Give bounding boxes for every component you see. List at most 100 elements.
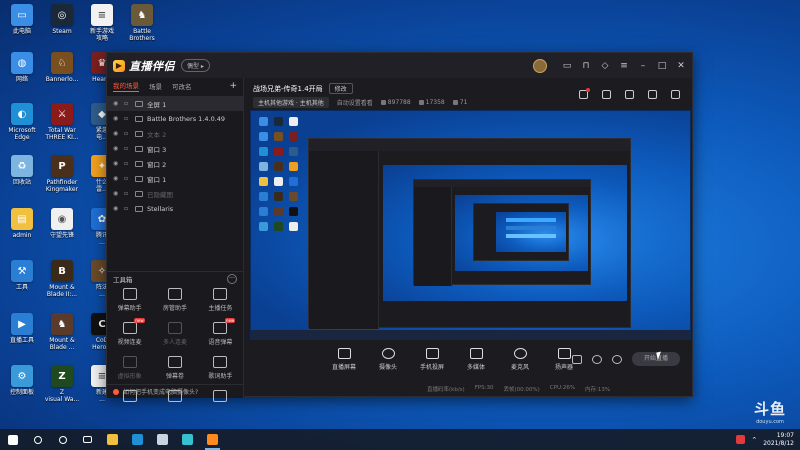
version-pill[interactable]: 偶型 ▸ xyxy=(181,59,210,72)
tab-rename[interactable]: 可改名 xyxy=(172,81,192,91)
taskbar-button[interactable] xyxy=(200,429,225,450)
toolbox-item[interactable]: 虚拟形象 xyxy=(107,356,152,380)
message-icon[interactable]: ▭ xyxy=(562,61,572,71)
source-tool-button[interactable]: 手机投屏 xyxy=(417,348,447,371)
lock-icon[interactable]: ▫ xyxy=(124,160,131,167)
visibility-icon[interactable]: ◉ xyxy=(113,145,120,152)
settings-gear-icon[interactable] xyxy=(612,354,622,364)
source-item[interactable]: ◉ ▫ 文本 2 xyxy=(107,126,243,141)
visibility-icon[interactable]: ◉ xyxy=(113,160,120,167)
lock-icon[interactable]: ▫ xyxy=(124,130,131,137)
beauty-icon[interactable] xyxy=(592,354,602,364)
visibility-icon[interactable]: ◉ xyxy=(113,130,120,137)
lock-icon[interactable]: ▫ xyxy=(124,175,131,182)
tray-app-icon[interactable] xyxy=(736,435,746,444)
desktop-icon[interactable]: ▭ 此电脑 xyxy=(2,4,42,35)
total-war-icon: ⚔ xyxy=(51,103,73,125)
source-item[interactable]: ◉ ▫ 窗口 1 xyxy=(107,171,243,186)
source-item[interactable]: ◉ ▫ 已隐藏图 xyxy=(107,186,243,201)
steam-icon xyxy=(157,434,168,445)
desktop-icon[interactable]: ⚒ 工具 xyxy=(2,260,42,291)
desktop-icon[interactable]: ◍ 网络 xyxy=(2,52,42,83)
more-icon[interactable]: ··· xyxy=(227,273,237,284)
bell-icon[interactable] xyxy=(648,90,657,99)
lock-screen-icon[interactable] xyxy=(602,90,611,99)
source-tool-button[interactable]: 直播屏幕 xyxy=(329,348,359,371)
taskbar-button[interactable] xyxy=(25,429,50,450)
category-pill[interactable]: 主机其他游戏 · 主机其他 xyxy=(253,97,329,108)
tab-my-scenes[interactable]: 我的场景 xyxy=(113,80,139,92)
layout-icon[interactable] xyxy=(625,90,634,99)
desktop-icon[interactable]: B Mount & Blade II:... xyxy=(42,260,82,298)
source-item[interactable]: ◉ ▫ Battle Brothers 1.4.0.49 xyxy=(107,111,243,126)
visibility-icon[interactable]: ◉ xyxy=(113,115,120,122)
toolbox-item[interactable]: 主播任务 xyxy=(198,288,243,312)
toolbox-item[interactable]: new 语音弹幕 xyxy=(198,318,243,346)
lock-icon[interactable]: ▫ xyxy=(124,115,131,122)
add-scene-icon[interactable]: + xyxy=(229,81,237,91)
source-tool-button[interactable]: 摄像头 xyxy=(373,348,403,371)
desktop-icon[interactable]: ♘ Bannerlo... xyxy=(42,52,82,83)
minimize-icon[interactable]: – xyxy=(638,61,648,71)
avatar[interactable] xyxy=(533,58,547,73)
source-tool-button[interactable]: 麦克风 xyxy=(505,348,535,371)
desktop-icon[interactable]: ⚙ 控制面板 xyxy=(2,365,42,396)
toolbox-item[interactable]: 房管助手 xyxy=(152,288,197,312)
lock-icon[interactable]: ▫ xyxy=(124,190,131,197)
tip-bar[interactable]: 如何把手机变成电脑摄像头? xyxy=(107,384,243,398)
visibility-icon[interactable]: ◉ xyxy=(113,190,120,197)
tab-scene[interactable]: 场景 xyxy=(149,81,162,91)
edit-button[interactable]: 修改 xyxy=(328,83,353,94)
desktop-icon[interactable]: ▤ admin xyxy=(2,208,42,239)
source-tool-button[interactable]: 多媒体 xyxy=(461,348,491,371)
desktop-icon[interactable]: ▶ 直播工具 xyxy=(2,313,42,344)
taskbar-button[interactable] xyxy=(50,429,75,450)
source-tool-label: 摄像头 xyxy=(378,364,397,371)
lock-icon[interactable]: ▫ xyxy=(124,205,131,212)
maximize-icon[interactable]: □ xyxy=(657,61,667,71)
tool-icon xyxy=(213,288,228,300)
desktop-icon[interactable]: Z Z visual Wa... xyxy=(42,365,82,403)
desktop-icon[interactable]: ⚔ Total War THREE KI... xyxy=(42,103,82,141)
taskbar-button[interactable] xyxy=(75,429,100,450)
toolbox-item[interactable]: 弹幕助手 xyxy=(107,288,152,312)
taskbar-button[interactable] xyxy=(175,429,200,450)
source-item[interactable]: ◉ ▫ 窗口 2 xyxy=(107,156,243,171)
lock-icon[interactable]: ⊓ xyxy=(581,61,591,71)
desktop-icon[interactable]: ♻ 回收站 xyxy=(2,155,42,186)
desktop-icon[interactable]: ◎ Steam xyxy=(42,4,82,35)
record-icon[interactable] xyxy=(572,354,582,364)
share-icon[interactable] xyxy=(671,90,680,99)
tool-label: 房管助手 xyxy=(162,305,187,312)
tray-arrow-icon[interactable]: ⌃ xyxy=(751,436,757,444)
source-item[interactable]: ◉ ▫ 窗口 3 xyxy=(107,141,243,156)
taskbar-button[interactable] xyxy=(0,429,25,450)
visibility-icon[interactable]: ◉ xyxy=(113,175,120,182)
menu-icon[interactable]: ≡ xyxy=(619,61,629,71)
close-icon[interactable]: ✕ xyxy=(676,61,686,71)
toolbox-item[interactable]: 弹幕卷 xyxy=(152,356,197,380)
stream-preview[interactable] xyxy=(250,110,691,340)
gift-icon[interactable] xyxy=(579,88,590,99)
toolbox-item[interactable]: 歌词助手 xyxy=(198,356,243,380)
toolbox-item[interactable]: new 视频连麦 xyxy=(107,318,152,346)
lock-icon[interactable]: ▫ xyxy=(124,145,131,152)
desktop-icon[interactable]: ♞ Battle Brothers xyxy=(122,4,162,42)
desktop-icon[interactable]: ◉ 守望先锋 xyxy=(42,208,82,239)
skin-icon[interactable]: ◇ xyxy=(600,61,610,71)
desktop-icon[interactable]: ≡ 新手游戏 攻略 xyxy=(82,4,122,42)
visibility-icon[interactable]: ◉ xyxy=(113,100,120,107)
taskbar-button[interactable] xyxy=(100,429,125,450)
clock[interactable]: 19:07 2021/8/12 xyxy=(763,432,794,448)
visibility-icon[interactable]: ◉ xyxy=(113,205,120,212)
desktop-icon[interactable]: ♞ Mount & Blade ... xyxy=(42,313,82,351)
stat-fans: 897788 xyxy=(380,99,411,106)
taskbar-button[interactable] xyxy=(150,429,175,450)
source-item[interactable]: ◉ ▫ Stellaris xyxy=(107,201,243,216)
toolbox-item[interactable]: 多人连麦 xyxy=(152,322,197,346)
lock-icon[interactable]: ▫ xyxy=(124,100,131,107)
source-item[interactable]: ◉ ▫ 全屏 1 xyxy=(107,96,243,111)
taskbar-button[interactable] xyxy=(125,429,150,450)
desktop-icon[interactable]: P Pathfinder Kingmaker xyxy=(42,155,82,193)
desktop-icon[interactable]: ◐ Microsoft Edge xyxy=(2,103,42,141)
